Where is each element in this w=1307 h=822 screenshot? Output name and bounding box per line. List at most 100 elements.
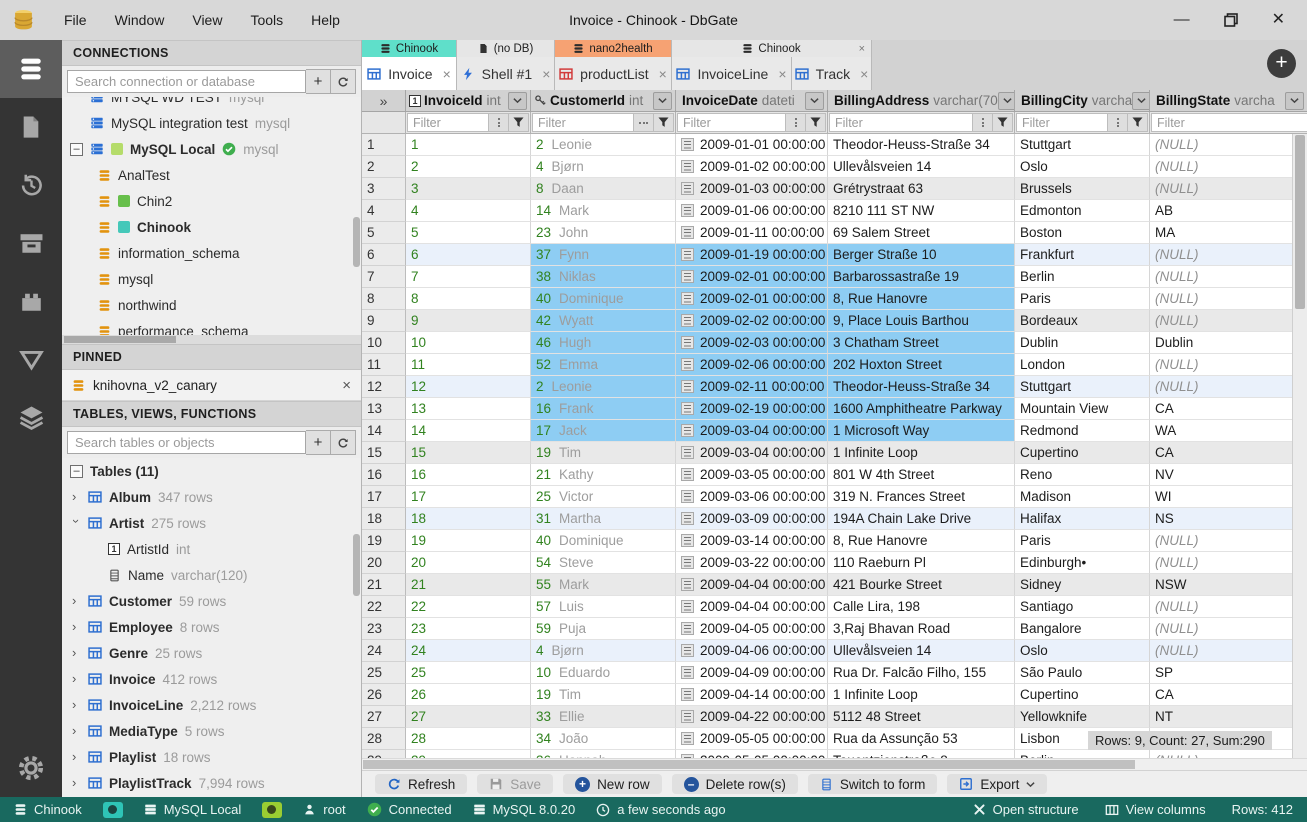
status-mysql-local[interactable]: MySQL Local xyxy=(144,802,241,817)
row-detail-icon[interactable] xyxy=(681,424,694,437)
cell-customerid[interactable]: 40 Dominique xyxy=(531,288,676,310)
cell-billingstate[interactable]: (NULL) xyxy=(1150,750,1307,758)
row-detail-icon[interactable] xyxy=(681,226,694,239)
cell-billingstate[interactable]: WA xyxy=(1150,420,1307,442)
cell-billingaddress[interactable]: Ullevålsveien 14 xyxy=(828,640,1015,662)
cell-billingcity[interactable]: Stuttgart xyxy=(1015,134,1150,156)
cell-billingstate[interactable]: CA xyxy=(1150,398,1307,420)
scrollbar-thumb[interactable] xyxy=(64,336,176,343)
cell-invoicedate[interactable]: 2009-03-14 00:00:00 xyxy=(676,530,828,552)
table-item-genre[interactable]: › Genre 25 rows xyxy=(62,640,361,666)
cell-billingcity[interactable]: Reno xyxy=(1015,464,1150,486)
cell-invoicedate[interactable]: 2009-04-04 00:00:00 xyxy=(676,574,828,596)
connection-color-swatch[interactable] xyxy=(102,801,123,818)
cell-invoicedate[interactable]: 2009-04-09 00:00:00 xyxy=(676,662,828,684)
table-item-mediatype[interactable]: › MediaType 5 rows xyxy=(62,718,361,744)
row-number[interactable]: 21 xyxy=(362,574,406,596)
cell-billingaddress[interactable]: Theodor-Heuss-Straße 34 xyxy=(828,134,1015,156)
cell-billingcity[interactable]: Yellowknife xyxy=(1015,706,1150,728)
cell-invoiceid[interactable]: 1 xyxy=(406,134,531,156)
menu-view[interactable]: View xyxy=(179,8,235,32)
cell-customerid[interactable]: 19 Tim xyxy=(531,442,676,464)
row-number[interactable]: 11 xyxy=(362,354,406,376)
cell-billingstate[interactable]: (NULL) xyxy=(1150,266,1307,288)
cell-billingstate[interactable]: (NULL) xyxy=(1150,530,1307,552)
cell-billingstate[interactable]: (NULL) xyxy=(1150,640,1307,662)
add-table-button[interactable]: + xyxy=(306,430,331,455)
cell-billingaddress[interactable]: 69 Salem Street xyxy=(828,222,1015,244)
cell-invoicedate[interactable]: 2009-04-14 00:00:00 xyxy=(676,684,828,706)
cell-billingcity[interactable]: Mountain View xyxy=(1015,398,1150,420)
cell-billingstate[interactable]: (NULL) xyxy=(1150,310,1307,332)
switch-to-form-button[interactable]: Switch to form xyxy=(807,774,938,794)
row-detail-icon[interactable] xyxy=(681,666,694,679)
row-number[interactable]: 2 xyxy=(362,156,406,178)
cell-invoiceid[interactable]: 5 xyxy=(406,222,531,244)
cell-invoiceid[interactable]: 24 xyxy=(406,640,531,662)
row-detail-icon[interactable] xyxy=(681,380,694,393)
tab-group-chinook[interactable]: Chinook xyxy=(362,40,457,57)
row-detail-icon[interactable] xyxy=(681,182,694,195)
cell-invoiceid[interactable]: 2 xyxy=(406,156,531,178)
connection-item-mysql[interactable]: mysql xyxy=(62,266,361,292)
cell-invoiceid[interactable]: 9 xyxy=(406,310,531,332)
cell-invoicedate[interactable]: 2009-05-05 00:00:00 xyxy=(676,750,828,758)
cell-billingaddress[interactable]: 5112 48 Street xyxy=(828,706,1015,728)
row-number[interactable]: 26 xyxy=(362,684,406,706)
cell-invoicedate[interactable]: 2009-02-01 00:00:00 xyxy=(676,266,828,288)
cell-customerid[interactable]: 40 Dominique xyxy=(531,530,676,552)
rail-item-settings[interactable] xyxy=(0,739,62,797)
cell-billingaddress[interactable]: 202 Hoxton Street xyxy=(828,354,1015,376)
tab-productlist[interactable]: productList × xyxy=(555,57,672,90)
row-number[interactable]: 10 xyxy=(362,332,406,354)
cell-billingaddress[interactable]: 801 W 4th Street xyxy=(828,464,1015,486)
connection-item-mysql-local[interactable]: – MySQL Local mysql xyxy=(62,136,361,162)
row-detail-icon[interactable] xyxy=(681,248,694,261)
cell-billingcity[interactable]: Sidney xyxy=(1015,574,1150,596)
tab-group-chinook[interactable]: Chinook × xyxy=(672,40,872,57)
row-detail-icon[interactable] xyxy=(681,270,694,283)
row-detail-icon[interactable] xyxy=(681,534,694,547)
cell-customerid[interactable]: 10 Eduardo xyxy=(531,662,676,684)
cell-customerid[interactable]: 37 Fynn xyxy=(531,244,676,266)
cell-billingstate[interactable]: (NULL) xyxy=(1150,288,1307,310)
close-icon[interactable]: ✕ xyxy=(1272,12,1285,28)
close-tab-icon[interactable]: × xyxy=(542,66,550,82)
connection-item-performance-schema[interactable]: performance_schema xyxy=(62,318,361,335)
status-view-columns[interactable]: View columns xyxy=(1105,802,1206,817)
connection-color-swatch[interactable] xyxy=(262,801,283,818)
chevron-icon[interactable]: › xyxy=(72,775,81,790)
row-detail-icon[interactable] xyxy=(681,732,694,745)
cell-customerid[interactable]: 57 Luis xyxy=(531,596,676,618)
row-number[interactable]: 20 xyxy=(362,552,406,574)
column-dropdown-button[interactable] xyxy=(1132,91,1149,110)
connection-item-mysql-wd-test[interactable]: MYSQL WD TEST mysql xyxy=(62,97,361,110)
cell-billingstate[interactable]: (NULL) xyxy=(1150,552,1307,574)
row-detail-icon[interactable] xyxy=(681,688,694,701)
cell-billingcity[interactable]: Edinburgh• xyxy=(1015,552,1150,574)
menu-file[interactable]: File xyxy=(51,8,100,32)
cell-billingstate[interactable]: NV xyxy=(1150,464,1307,486)
cell-invoicedate[interactable]: 2009-02-02 00:00:00 xyxy=(676,310,828,332)
cell-invoiceid[interactable]: 10 xyxy=(406,332,531,354)
cell-billingaddress[interactable]: Grétrystraat 63 xyxy=(828,178,1015,200)
cell-invoiceid[interactable]: 27 xyxy=(406,706,531,728)
cell-invoicedate[interactable]: 2009-01-01 00:00:00 xyxy=(676,134,828,156)
cell-invoicedate[interactable]: 2009-02-19 00:00:00 xyxy=(676,398,828,420)
table-item-playlisttrack[interactable]: › PlaylistTrack 7,994 rows xyxy=(62,770,361,796)
row-number[interactable]: 6 xyxy=(362,244,406,266)
cell-billingstate[interactable]: SP xyxy=(1150,662,1307,684)
minimize-icon[interactable]: — xyxy=(1174,12,1190,28)
column-dropdown-button[interactable] xyxy=(1285,91,1304,110)
cell-customerid[interactable]: 17 Jack xyxy=(531,420,676,442)
cell-billingstate[interactable]: MA xyxy=(1150,222,1307,244)
cell-invoicedate[interactable]: 2009-03-09 00:00:00 xyxy=(676,508,828,530)
cell-invoiceid[interactable]: 3 xyxy=(406,178,531,200)
table-item-album[interactable]: › Album 347 rows xyxy=(62,484,361,510)
cell-invoiceid[interactable]: 29 xyxy=(406,750,531,758)
grid-vertical-scrollbar[interactable] xyxy=(1292,134,1307,758)
row-detail-icon[interactable] xyxy=(681,204,694,217)
row-number[interactable]: 23 xyxy=(362,618,406,640)
filter-funnel-button[interactable] xyxy=(806,113,826,132)
tables-scrollbar-thumb[interactable] xyxy=(353,534,360,596)
